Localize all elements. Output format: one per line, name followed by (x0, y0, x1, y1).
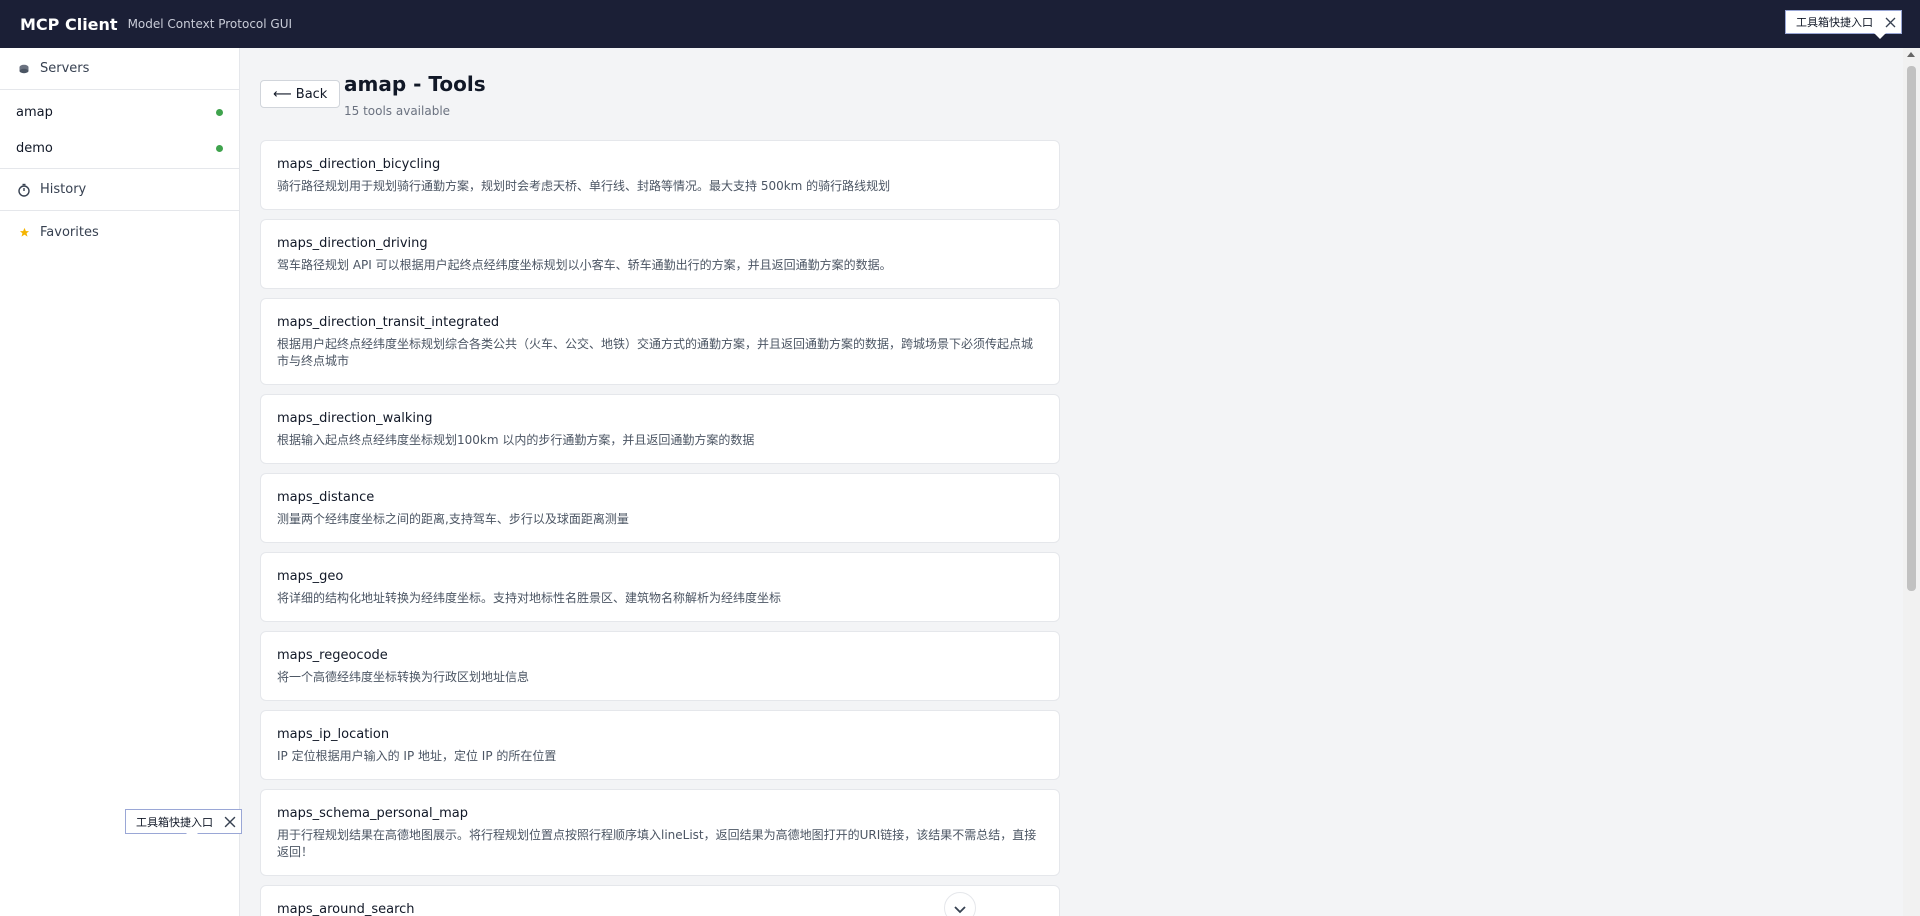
close-icon[interactable] (219, 816, 241, 828)
toolbox-shortcut-tooltip[interactable]: 工具箱快捷入口 (125, 809, 242, 839)
sidebar-history-label: History (40, 182, 87, 197)
tool-card[interactable]: maps_around_search (260, 885, 1060, 916)
tool-description: 骑行路径规划用于规划骑行通勤方案，规划时会考虑天桥、单行线、封路等情况。最大支持… (277, 179, 891, 193)
main-content: ⟵ Back amap - Tools 15 tools available m… (241, 48, 1901, 916)
tool-description: IP 定位根据用户输入的 IP 地址，定位 IP 的所在位置 (277, 749, 557, 763)
tool-card[interactable]: maps_distance 测量两个经纬度坐标之间的距离,支持驾车、步行以及球面… (260, 473, 1060, 543)
server-list: amap demo (0, 94, 239, 169)
close-icon[interactable] (1879, 17, 1901, 28)
scrollbar-thumb[interactable] (1907, 66, 1916, 591)
tool-name: maps_ip_location (277, 727, 390, 742)
sidebar: Servers amap demo History Favorites (0, 48, 240, 916)
sidebar-servers-header[interactable]: Servers (0, 48, 239, 90)
tool-name: maps_regeocode (277, 648, 388, 663)
tool-name: maps_direction_driving (277, 236, 428, 251)
sidebar-favorites-label: Favorites (40, 224, 99, 240)
sidebar-item-favorites[interactable]: Favorites (0, 211, 239, 253)
tool-name: maps_around_search (277, 902, 415, 916)
tool-list: maps_direction_bicycling 骑行路径规划用于规划骑行通勤方… (260, 140, 1060, 916)
tool-description: 将详细的结构化地址转换为经纬度坐标。支持对地标性名胜景区、建筑物名称解析为经纬度… (277, 591, 782, 605)
tool-name: maps_schema_personal_map (277, 806, 468, 821)
tool-description: 驾车路径规划 API 可以根据用户起终点经纬度坐标规划以小客车、轿车通勤出行的方… (277, 258, 892, 272)
tool-description: 根据输入起点终点经纬度坐标规划100km 以内的步行通勤方案，并且返回通勤方案的… (277, 433, 755, 447)
tool-count: 15 tools available (344, 104, 451, 118)
status-online-icon (216, 108, 223, 116)
tool-card[interactable]: maps_geo 将详细的结构化地址转换为经纬度坐标。支持对地标性名胜景区、建筑… (260, 552, 1060, 622)
server-name: demo (16, 140, 53, 156)
tool-card[interactable]: maps_regeocode 将一个高德经纬度坐标转换为行政区划地址信息 (260, 631, 1060, 701)
tooltip-text: 工具箱快捷入口 (136, 815, 213, 829)
tool-card[interactable]: maps_direction_transit_integrated 根据用户起终… (260, 298, 1060, 385)
tool-name: maps_direction_transit_integrated (277, 315, 500, 330)
tool-description: 用于行程规划结果在高德地图展示。将行程规划位置点按照行程顺序填入lineList… (277, 828, 1037, 859)
app-subtitle: Model Context Protocol GUI (127, 17, 293, 31)
app-header: MCP Client Model Context Protocol GUI (0, 0, 1920, 48)
stopwatch-icon (16, 183, 32, 197)
tool-name: maps_direction_bicycling (277, 157, 441, 172)
sidebar-item-demo[interactable]: demo (0, 130, 239, 166)
scroll-down-button[interactable] (944, 892, 976, 916)
tool-name: maps_geo (277, 569, 344, 584)
server-icon (16, 63, 32, 75)
scroll-up-arrow-icon[interactable] (1907, 52, 1915, 57)
sidebar-item-history[interactable]: History (0, 169, 239, 211)
status-online-icon (216, 144, 223, 152)
tool-card[interactable]: maps_direction_bicycling 骑行路径规划用于规划骑行通勤方… (260, 140, 1060, 210)
tooltip-text: 工具箱快捷入口 (1796, 16, 1873, 29)
tool-description: 根据用户起终点经纬度坐标规划综合各类公共（火车、公交、地铁）交通方式的通勤方案，… (277, 337, 1034, 368)
tool-name: maps_direction_walking (277, 411, 433, 426)
vertical-scrollbar[interactable] (1903, 48, 1920, 916)
server-name: amap (16, 104, 53, 120)
tool-card[interactable]: maps_direction_driving 驾车路径规划 API 可以根据用户… (260, 219, 1060, 289)
star-icon (16, 227, 32, 238)
tool-card[interactable]: maps_direction_walking 根据输入起点终点经纬度坐标规划10… (260, 394, 1060, 464)
back-button[interactable]: ⟵ Back (260, 80, 341, 108)
chevron-down-icon (954, 899, 966, 916)
tool-card[interactable]: maps_schema_personal_map 用于行程规划结果在高德地图展示… (260, 789, 1060, 876)
toolbox-shortcut-tooltip[interactable]: 工具箱快捷入口 (1785, 10, 1902, 39)
sidebar-item-amap[interactable]: amap (0, 94, 239, 130)
tooltip-caret (186, 833, 198, 839)
tool-card[interactable]: maps_ip_location IP 定位根据用户输入的 IP 地址，定位 I… (260, 710, 1060, 780)
page-title: amap - Tools (344, 72, 486, 96)
app-title: MCP Client (20, 14, 118, 34)
tool-description: 将一个高德经纬度坐标转换为行政区划地址信息 (277, 670, 530, 684)
sidebar-servers-label: Servers (40, 61, 90, 76)
tool-name: maps_distance (277, 490, 375, 505)
tooltip-caret (1874, 33, 1886, 39)
tool-description: 测量两个经纬度坐标之间的距离,支持驾车、步行以及球面距离测量 (277, 512, 629, 526)
